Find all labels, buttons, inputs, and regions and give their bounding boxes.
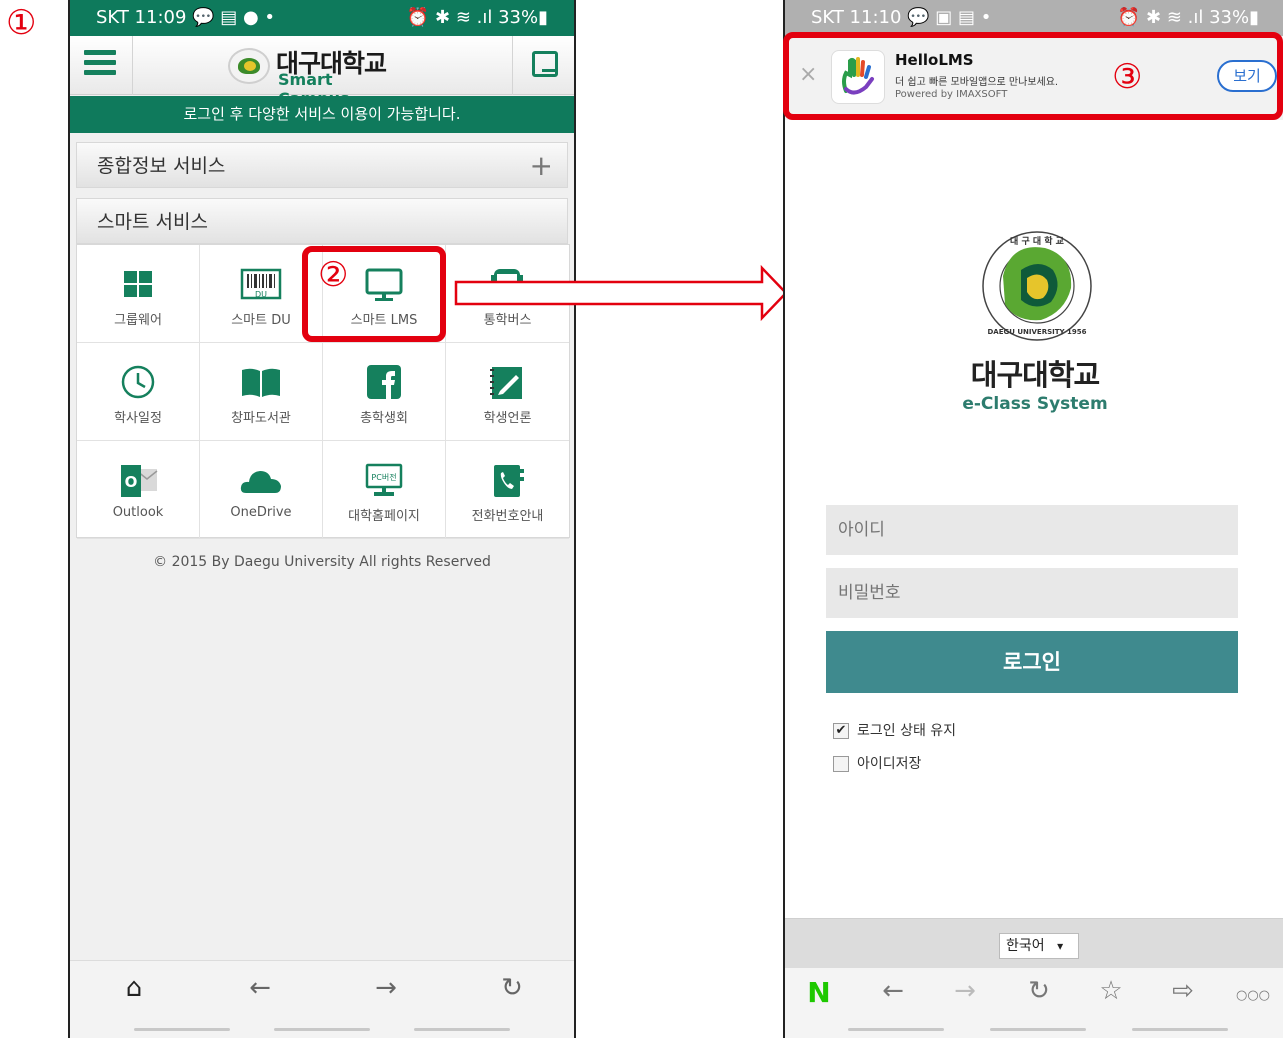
outlook-icon: O — [121, 465, 158, 497]
status-bar: SKT 11:09 💬 ▤ ● • ⏰ ✱ ≋ .ıl 33%▮ — [70, 0, 574, 36]
forward-arrow-icon[interactable]: → — [366, 973, 406, 1003]
grid-label: 학사일정 — [114, 411, 162, 426]
status-left: SKT 11:10 💬 ▣ ▤ • — [811, 7, 992, 28]
grid-item-groupware[interactable]: 그룹웨어 — [77, 245, 200, 343]
copyright: © 2015 By Daegu University All rights Re… — [153, 554, 491, 570]
barcode-label: DU — [255, 290, 267, 299]
ad-banner-highlight-box — [783, 32, 1283, 120]
naver-logo-icon[interactable]: N — [799, 976, 839, 1009]
bookmark-star-icon[interactable]: ☆ — [1091, 976, 1131, 1006]
language-select[interactable]: 한국어 ▾ — [999, 933, 1079, 959]
login-notice-banner: 로그인 후 다양한 서비스 이용이 가능합니다. — [70, 96, 574, 133]
phone-screen-smart-campus: SKT 11:09 💬 ▤ ● • ⏰ ✱ ≋ .ıl 33%▮ 대구대학교 S… — [68, 0, 576, 1038]
keep-login-checkbox[interactable]: ✔ 로그인 상태 유지 — [833, 720, 956, 740]
groupware-icon — [124, 271, 152, 297]
save-id-label: 아이디저장 — [857, 756, 922, 772]
grid-label: 전화번호안내 — [471, 509, 544, 524]
password-field[interactable] — [826, 568, 1238, 618]
status-left: SKT 11:09 💬 ▤ ● • — [96, 7, 276, 28]
phone-book-icon — [494, 465, 524, 497]
system-name: e-Class System — [962, 394, 1108, 414]
home-icon[interactable]: ⌂ — [114, 973, 154, 1003]
outlook-letter: O — [125, 473, 138, 491]
grid-label: 총학생회 — [360, 411, 408, 426]
refresh-icon[interactable]: ↻ — [492, 973, 532, 1003]
emblem-bottom-text: DAEGU UNIVERSITY 1956 — [987, 328, 1086, 336]
share-icon[interactable]: ⇨ — [1163, 976, 1203, 1006]
login-button[interactable]: 로그인 — [826, 631, 1238, 693]
grid-item-phone-directory[interactable]: 전화번호안내 — [446, 441, 569, 539]
browser-nav-bar: ⌂ ← → ↻ — [70, 960, 574, 1038]
refresh-icon[interactable]: ↻ — [1019, 976, 1059, 1006]
pc-version-label: PC버전 — [371, 472, 396, 482]
pc-version-icon: PC버전 — [365, 463, 403, 496]
annotation-1: ① — [6, 3, 37, 43]
smart-service-section: 스마트 서비스 — [76, 198, 568, 244]
grid-item-library[interactable]: 창파도서관 — [200, 343, 323, 441]
status-bar: SKT 11:10 💬 ▣ ▤ • ⏰ ✱ ≋ .ıl 33%▮ — [785, 0, 1283, 36]
flow-arrow-icon — [454, 264, 788, 322]
university-emblem-icon — [228, 48, 270, 84]
grid-label: 대학홈페이지 — [348, 509, 420, 524]
general-info-section[interactable]: 종합정보 서비스 + — [76, 142, 568, 188]
back-arrow-icon[interactable]: ← — [240, 973, 280, 1003]
back-arrow-icon[interactable]: ← — [873, 976, 913, 1006]
university-emblem-icon: 대 구 대 학 교 DAEGU UNIVERSITY 1956 — [982, 231, 1092, 341]
login-icon[interactable] — [532, 51, 558, 77]
grid-label: 그룹웨어 — [114, 313, 162, 328]
expand-plus-icon[interactable]: + — [530, 143, 553, 189]
user-id-field[interactable] — [826, 505, 1238, 555]
keep-login-label: 로그인 상태 유지 — [857, 723, 957, 739]
grid-item-university-homepage[interactable]: PC버전 대학홈페이지 — [323, 441, 446, 539]
grid-label: 학생언론 — [483, 411, 532, 426]
section-title: 종합정보 서비스 — [97, 155, 226, 177]
annotation-2: ② — [318, 255, 349, 295]
checkbox-unchecked-icon[interactable] — [833, 756, 849, 772]
app-header: 대구대학교 Smart Campus — [70, 36, 574, 108]
home-indicator — [1132, 1028, 1228, 1031]
book-icon — [242, 368, 280, 397]
facebook-icon — [367, 365, 401, 399]
university-name: 대구대학교 — [970, 358, 1100, 392]
home-indicator — [990, 1028, 1086, 1031]
grid-item-student-press[interactable]: 학생언론 — [446, 343, 569, 441]
cloud-icon — [240, 471, 281, 493]
grid-label: Outlook — [112, 505, 164, 520]
grid-item-student-council[interactable]: 총학생회 — [323, 343, 446, 441]
status-right: ⏰ ✱ ≋ .ıl 33%▮ — [1117, 7, 1259, 28]
clock-icon — [121, 365, 155, 399]
emblem-top-text: 대 구 대 학 교 — [1010, 235, 1064, 247]
section-title: 스마트 서비스 — [97, 211, 208, 233]
grid-label: 창파도서관 — [231, 411, 291, 426]
forward-arrow-icon[interactable]: → — [945, 976, 985, 1006]
dropdown-arrow-icon: ▾ — [1057, 939, 1064, 953]
more-options-icon[interactable]: ○○○ — [1233, 988, 1273, 1003]
grid-item-outlook[interactable]: O Outlook — [77, 441, 200, 539]
barcode-icon: DU — [240, 268, 282, 300]
save-id-checkbox[interactable]: 아이디저장 — [833, 753, 921, 773]
status-right: ⏰ ✱ ≋ .ıl 33%▮ — [406, 7, 548, 28]
menu-icon[interactable] — [84, 50, 116, 76]
grid-label: OneDrive — [230, 505, 292, 520]
checkbox-checked-icon[interactable]: ✔ — [833, 723, 849, 739]
annotation-3: ③ — [1112, 57, 1143, 97]
university-logo: 대구대학교 Smart Campus — [228, 42, 408, 108]
home-indicator — [848, 1028, 944, 1031]
pen-icon — [490, 367, 522, 399]
grid-item-onedrive[interactable]: OneDrive — [200, 441, 323, 539]
language-bar: 한국어 ▾ — [785, 918, 1283, 968]
phone-screen-eclass-login: SKT 11:10 💬 ▣ ▤ • ⏰ ✱ ≋ .ıl 33%▮ × Hello… — [783, 0, 1283, 1038]
language-value: 한국어 — [1006, 938, 1045, 954]
grid-item-academic-calendar[interactable]: 학사일정 — [77, 343, 200, 441]
